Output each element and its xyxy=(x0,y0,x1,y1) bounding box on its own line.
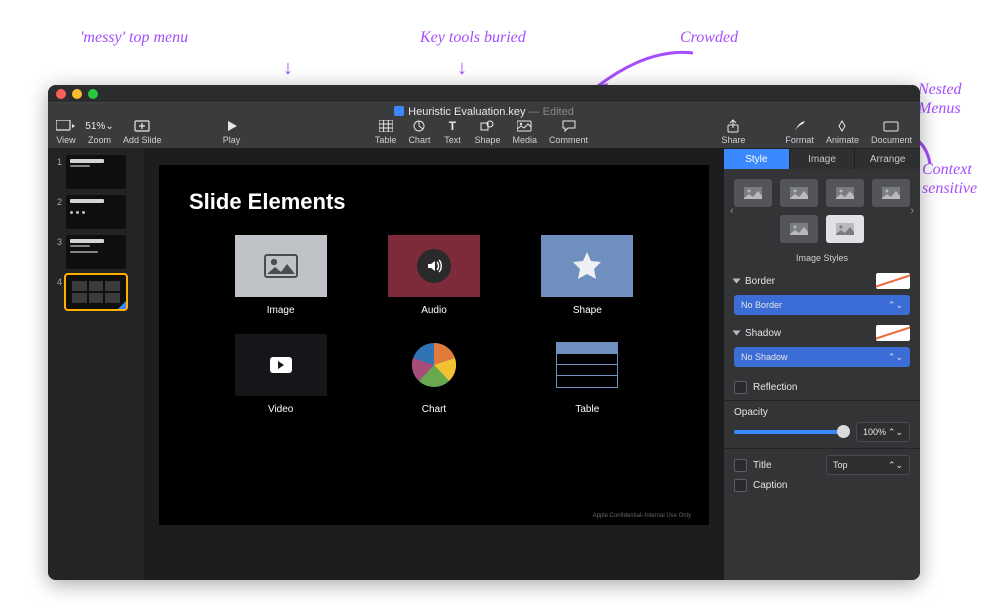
insert-comment-button[interactable]: Comment xyxy=(549,119,588,145)
element-video[interactable]: Video xyxy=(235,334,327,415)
checkbox-icon[interactable] xyxy=(734,479,747,492)
canvas[interactable]: Slide Elements Image Audio xyxy=(144,149,724,580)
checkbox-icon[interactable] xyxy=(734,381,747,394)
slide-footer: Apple Confidential–Internal Use Only xyxy=(593,513,691,519)
arrow-icon: ↓ xyxy=(283,58,293,78)
style-swatch[interactable] xyxy=(734,179,772,207)
slide-thumbnail[interactable]: 4 xyxy=(54,275,138,309)
table-icon xyxy=(541,334,633,396)
element-chart[interactable]: Chart xyxy=(388,334,480,415)
media-icon xyxy=(515,119,535,133)
share-button[interactable]: Share xyxy=(721,119,745,145)
style-swatch[interactable] xyxy=(780,179,818,207)
tab-style[interactable]: Style xyxy=(724,149,790,169)
image-styles-label: Image Styles xyxy=(724,253,920,263)
document-icon xyxy=(394,106,404,116)
border-select[interactable]: No Border⌃⌄ xyxy=(734,295,910,315)
style-swatch[interactable] xyxy=(826,215,864,243)
style-swatch[interactable] xyxy=(780,215,818,243)
annotation: 'messy' top menu xyxy=(80,28,188,47)
insert-text-button[interactable]: T Text xyxy=(442,119,462,145)
play-icon xyxy=(222,119,242,133)
annotation: Nested Menus xyxy=(918,80,962,118)
shape-icon xyxy=(477,119,497,133)
slide-thumbnail[interactable]: 2 xyxy=(54,195,138,229)
format-inspector-button[interactable]: Format xyxy=(785,119,814,145)
style-swatch[interactable] xyxy=(872,179,910,207)
style-swatch[interactable] xyxy=(826,179,864,207)
insert-media-button[interactable]: Media xyxy=(512,119,537,145)
zoom-button[interactable]: 51% ⌄ Zoom xyxy=(88,119,111,145)
comment-icon xyxy=(559,119,579,133)
document-icon xyxy=(881,119,901,133)
slide-navigator[interactable]: 1 2 3 4 xyxy=(48,149,144,580)
add-slide-button[interactable]: Add Slide xyxy=(123,119,162,145)
image-styles: ‹ › xyxy=(724,169,920,247)
arrow-icon: ↓ xyxy=(457,58,467,78)
chevron-right-icon[interactable]: › xyxy=(910,205,914,217)
minimize-window-button[interactable] xyxy=(72,89,82,99)
caption-checkbox-row[interactable]: Caption xyxy=(734,479,910,492)
table-icon xyxy=(376,119,396,133)
element-image[interactable]: Image xyxy=(235,235,327,316)
chart-icon xyxy=(409,119,429,133)
element-audio[interactable]: Audio xyxy=(388,235,480,316)
skipped-slide-icon xyxy=(118,301,126,309)
shadow-color-swatch[interactable] xyxy=(876,325,910,341)
document-title: Heuristic Evaluation.key — Edited xyxy=(48,106,920,118)
document-inspector-button[interactable]: Document xyxy=(871,119,912,145)
animate-icon xyxy=(832,119,852,133)
plus-icon xyxy=(132,119,152,133)
reflection-checkbox-row[interactable]: Reflection xyxy=(734,381,910,394)
disclosure-icon[interactable] xyxy=(733,331,741,336)
app-window: Heuristic Evaluation.key — Edited View 5… xyxy=(48,85,920,580)
star-icon xyxy=(541,235,633,297)
toolbar: Heuristic Evaluation.key — Edited View 5… xyxy=(48,103,920,149)
audio-icon xyxy=(388,235,480,297)
shadow-select[interactable]: No Shadow⌃⌄ xyxy=(734,347,910,367)
annotation: Crowded xyxy=(680,28,738,47)
opacity-value[interactable]: 100%⌃⌄ xyxy=(856,422,910,442)
chevron-left-icon[interactable]: ‹ xyxy=(730,205,734,217)
opacity-label: Opacity xyxy=(734,407,910,418)
border-color-swatch[interactable] xyxy=(876,273,910,289)
title-position-select[interactable]: Top⌃⌄ xyxy=(826,455,910,475)
tab-arrange[interactable]: Arrange xyxy=(855,149,920,169)
slide-title[interactable]: Slide Elements xyxy=(189,189,346,215)
inspector-tabs: Style Image Arrange xyxy=(724,149,920,169)
video-icon xyxy=(235,334,327,396)
slide[interactable]: Slide Elements Image Audio xyxy=(159,165,709,525)
shadow-label: Shadow xyxy=(745,328,870,339)
view-button[interactable]: View xyxy=(56,119,76,145)
insert-chart-button[interactable]: Chart xyxy=(408,119,430,145)
image-icon xyxy=(235,235,327,297)
insert-table-button[interactable]: Table xyxy=(375,119,397,145)
slide-thumbnail[interactable]: 1 xyxy=(54,155,138,189)
annotation: Key tools buried xyxy=(420,28,526,47)
checkbox-icon[interactable] xyxy=(734,459,747,472)
format-icon xyxy=(790,119,810,133)
chevron-updown-icon: ⌃⌄ xyxy=(888,300,903,311)
disclosure-icon[interactable] xyxy=(733,279,741,284)
text-icon: T xyxy=(442,119,462,133)
pie-chart-icon xyxy=(388,334,480,396)
close-window-button[interactable] xyxy=(56,89,66,99)
view-icon xyxy=(56,119,76,133)
inspector-panel: Style Image Arrange ‹ › Image Styles Bor… xyxy=(724,149,920,580)
animate-inspector-button[interactable]: Animate xyxy=(826,119,859,145)
slide-thumbnail[interactable]: 3 xyxy=(54,235,138,269)
maximize-window-button[interactable] xyxy=(88,89,98,99)
chevron-updown-icon: ⌃⌄ xyxy=(888,352,903,363)
element-shape[interactable]: Shape xyxy=(541,235,633,316)
titlebar xyxy=(48,85,920,103)
border-label: Border xyxy=(745,276,870,287)
title-checkbox-row[interactable]: Title Top⌃⌄ xyxy=(734,455,910,475)
element-table[interactable]: Table xyxy=(541,334,633,415)
share-icon xyxy=(723,119,743,133)
insert-shape-button[interactable]: Shape xyxy=(474,119,500,145)
play-button[interactable]: Play xyxy=(222,119,242,145)
zoom-value: 51% ⌄ xyxy=(90,119,110,133)
opacity-slider[interactable] xyxy=(734,430,850,434)
tab-image[interactable]: Image xyxy=(790,149,856,169)
